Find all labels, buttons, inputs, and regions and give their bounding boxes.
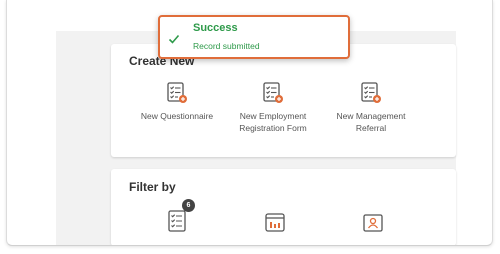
checklist-add-icon — [262, 82, 284, 104]
checklist-filter-button[interactable]: 6 — [166, 199, 195, 232]
dashboard-icon — [264, 213, 286, 238]
person-folder-filter-button[interactable] — [362, 212, 384, 234]
filter-by-title: Filter by — [129, 180, 176, 194]
new-employment-registration-form-action[interactable]: New Employment Registration Form — [225, 82, 321, 134]
new-management-referral-action[interactable]: New Management Referral — [323, 82, 419, 134]
dashboard-filter-button[interactable] — [264, 212, 286, 234]
action-label: New Questionnaire — [140, 111, 214, 121]
toast-message: Record submitted — [193, 41, 260, 51]
success-toast[interactable]: Success Record submitted — [158, 15, 350, 59]
checklist-icon — [166, 210, 188, 236]
filter-by-card: Filter by 6 — [111, 169, 456, 245]
count-badge: 6 — [182, 199, 195, 212]
checkmark-icon — [168, 32, 180, 44]
action-label: New Management Referral — [336, 111, 406, 133]
create-new-card: Create New New Questionnaire New Employm… — [111, 44, 456, 157]
app-window: Create New New Questionnaire New Employm… — [6, 0, 493, 246]
toast-title: Success — [193, 22, 238, 34]
person-folder-icon — [362, 214, 384, 238]
checklist-add-icon — [166, 82, 188, 104]
checklist-add-icon — [360, 82, 382, 104]
action-label: New Employment Registration Form — [239, 111, 307, 133]
new-questionnaire-action[interactable]: New Questionnaire — [129, 82, 225, 122]
